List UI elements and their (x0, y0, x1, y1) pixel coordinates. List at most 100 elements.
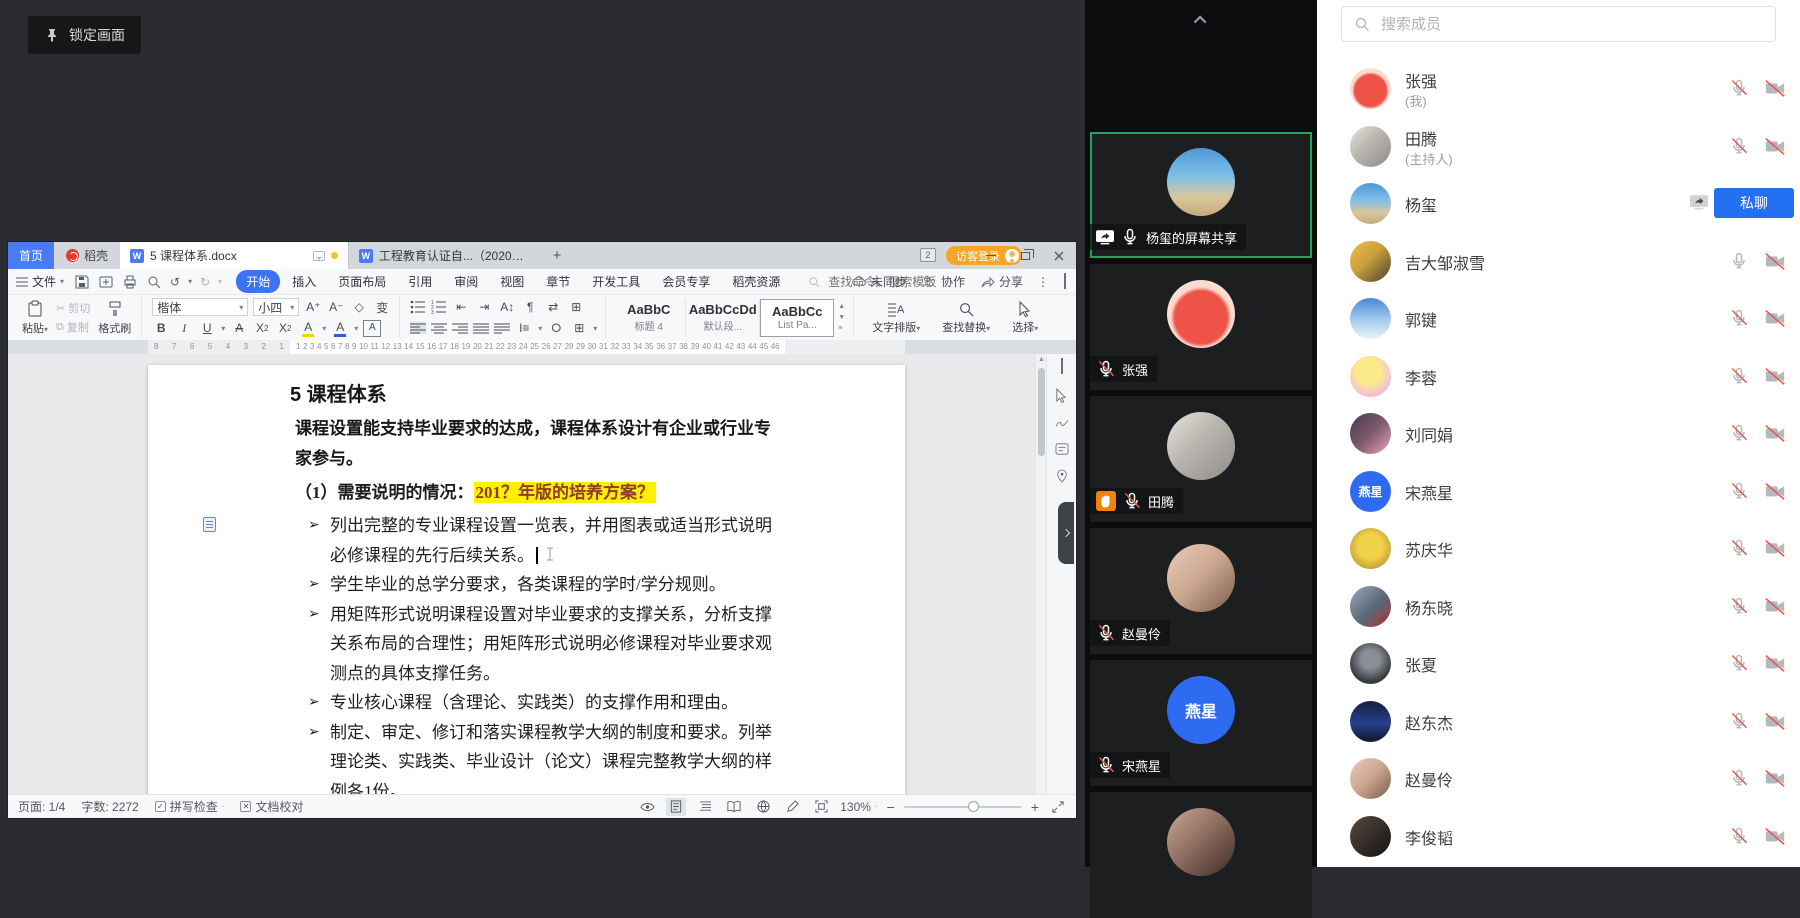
scroll-up-icon[interactable]: ▲ (1038, 356, 1045, 363)
page-view-icon[interactable] (666, 798, 686, 816)
member-search-box[interactable] (1341, 6, 1776, 42)
camera-off-icon[interactable] (1764, 538, 1786, 558)
member-row[interactable]: 赵东杰 (1317, 693, 1800, 750)
chevron-down-icon[interactable]: ▾ (538, 324, 542, 333)
text-direction-icon[interactable]: ⇄ (544, 299, 562, 316)
zoom-slider[interactable] (904, 806, 1022, 808)
highlight-color-icon[interactable]: A (299, 320, 317, 337)
menu-item[interactable]: 插入 (282, 270, 326, 293)
chevron-down-icon[interactable]: ▾ (322, 324, 326, 333)
lock-view-button[interactable]: 锁定画面 (28, 16, 141, 54)
insert-table-icon[interactable]: ⊞ (567, 299, 585, 316)
scrollbar-thumb[interactable] (1038, 368, 1045, 456)
mic-muted-icon[interactable] (1729, 538, 1749, 558)
menu-item[interactable]: 引用 (398, 270, 442, 293)
style-cell[interactable]: AaBbCcList Pa... (760, 299, 834, 337)
align-right-icon[interactable] (452, 322, 468, 334)
spell-check-toggle[interactable]: ✓ 拼写检查 · (155, 798, 225, 815)
clear-format-icon[interactable]: ◇ (350, 299, 368, 316)
shading-icon[interactable]: 🞆 (547, 320, 565, 337)
video-tile[interactable] (1090, 792, 1312, 918)
mic-muted-icon[interactable] (1729, 423, 1749, 443)
horizontal-ruler[interactable]: 87654321 1234567891011121314151617181920… (8, 340, 1076, 354)
chevron-down-icon[interactable]: ▾ (354, 324, 358, 333)
mic-muted-icon[interactable] (1729, 653, 1749, 673)
zoom-slider-knob[interactable] (968, 801, 979, 812)
member-row[interactable]: 郭键 (1317, 290, 1800, 347)
member-row[interactable]: 田腾(主持人) (1317, 118, 1800, 175)
member-row[interactable]: 杨东晓 (1317, 578, 1800, 635)
mic-muted-icon[interactable] (1729, 136, 1749, 156)
menu-item[interactable]: 会员专享 (652, 270, 720, 293)
new-tab-button[interactable]: + (544, 242, 570, 269)
mic-muted-icon[interactable] (1729, 768, 1749, 788)
document-tab-active[interactable]: W 5 课程体系.docx (120, 242, 348, 269)
member-row[interactable]: 赵曼伶 (1317, 750, 1800, 807)
tab-list-button[interactable]: 2 (920, 248, 936, 262)
style-cell[interactable]: AaBbC标题 4 (612, 299, 686, 337)
video-tile[interactable]: 张强 (1090, 264, 1312, 390)
align-left-icon[interactable] (410, 322, 426, 334)
menu-item[interactable]: 审阅 (444, 270, 488, 293)
select-button[interactable]: 选择▾ (1004, 301, 1046, 335)
italic-button[interactable]: I (175, 320, 193, 337)
decrease-indent-icon[interactable]: ⇤ (452, 299, 470, 316)
sidebar-collapse-handle[interactable] (1058, 502, 1074, 564)
member-row[interactable]: 李俊韬 (1317, 808, 1800, 865)
camera-off-icon[interactable] (1764, 366, 1786, 386)
paste-button[interactable]: 粘贴▾ (20, 300, 50, 336)
redo-icon[interactable]: ↻ (200, 275, 210, 289)
member-row[interactable]: 刘同娟 (1317, 405, 1800, 462)
menu-item[interactable]: 视图 (490, 270, 534, 293)
member-row[interactable]: 燕星宋燕星 (1317, 463, 1800, 520)
signature-icon[interactable] (1055, 417, 1069, 429)
document-page[interactable]: 5 课程体系 课程设置能支持毕业要求的达成，课程体系设计有企业或行业专家参与。 … (148, 365, 905, 794)
proofread-button[interactable]: ✕ 文档校对 (240, 798, 303, 815)
menu-item[interactable]: 开发工具 (582, 270, 650, 293)
font-color-icon[interactable]: A (331, 320, 349, 337)
bullet-list-icon[interactable] (410, 300, 426, 314)
web-view-icon[interactable] (753, 798, 773, 816)
camera-off-icon[interactable] (1764, 711, 1786, 731)
superscript-icon[interactable]: X2 (253, 320, 271, 337)
share-button[interactable]: 分享 (979, 273, 1023, 290)
zoom-level[interactable]: 130% · (840, 800, 877, 814)
chevron-down-icon[interactable]: ▾ (593, 324, 597, 333)
outline-view-icon[interactable] (695, 798, 715, 816)
read-view-icon[interactable] (724, 798, 744, 816)
menu-item[interactable]: 章节 (536, 270, 580, 293)
font-name-select[interactable]: 楷体▾ (152, 298, 248, 316)
show-marks-icon[interactable]: ¶ (521, 299, 539, 316)
grow-font-icon[interactable]: A⁺ (304, 299, 322, 316)
mic-muted-icon[interactable] (1729, 308, 1749, 328)
sync-status[interactable]: 未同步 (851, 273, 907, 290)
member-row[interactable]: 张强(我) (1317, 60, 1800, 117)
camera-off-icon[interactable] (1764, 78, 1786, 98)
video-tile[interactable]: 赵曼伶 (1090, 528, 1312, 654)
camera-off-icon[interactable] (1764, 653, 1786, 673)
align-center-icon[interactable] (431, 322, 447, 334)
export-icon[interactable] (98, 274, 114, 290)
collapse-panel-icon[interactable] (1061, 360, 1063, 374)
wps-home-tab[interactable]: 首页 (8, 242, 54, 269)
text-layout-button[interactable]: A 文字排版▾ (864, 301, 928, 335)
camera-off-icon[interactable] (1764, 481, 1786, 501)
fit-page-icon[interactable] (811, 798, 831, 816)
mic-muted-icon[interactable] (1729, 596, 1749, 616)
camera-off-icon[interactable] (1764, 596, 1786, 616)
font-size-select[interactable]: 小四▾ (253, 298, 299, 316)
mic-muted-icon[interactable] (1729, 78, 1749, 98)
camera-off-icon[interactable] (1764, 136, 1786, 156)
undo-icon[interactable]: ↺ (170, 275, 180, 289)
camera-off-icon[interactable] (1764, 308, 1786, 328)
numbered-list-icon[interactable]: 123 (431, 300, 447, 314)
line-spacing-icon[interactable]: I≡ (515, 320, 533, 337)
chevron-down-icon[interactable]: ▾ (188, 277, 192, 286)
print-preview-icon[interactable] (146, 274, 162, 290)
character-border-icon[interactable]: A (363, 320, 381, 337)
member-row[interactable]: 吉大邹淑雪 (1317, 233, 1800, 290)
sort-icon[interactable]: A↕ (498, 299, 516, 316)
edit-pen-icon[interactable] (782, 798, 802, 816)
mic-muted-icon[interactable] (1729, 711, 1749, 731)
shrink-font-icon[interactable]: A⁻ (327, 299, 345, 316)
